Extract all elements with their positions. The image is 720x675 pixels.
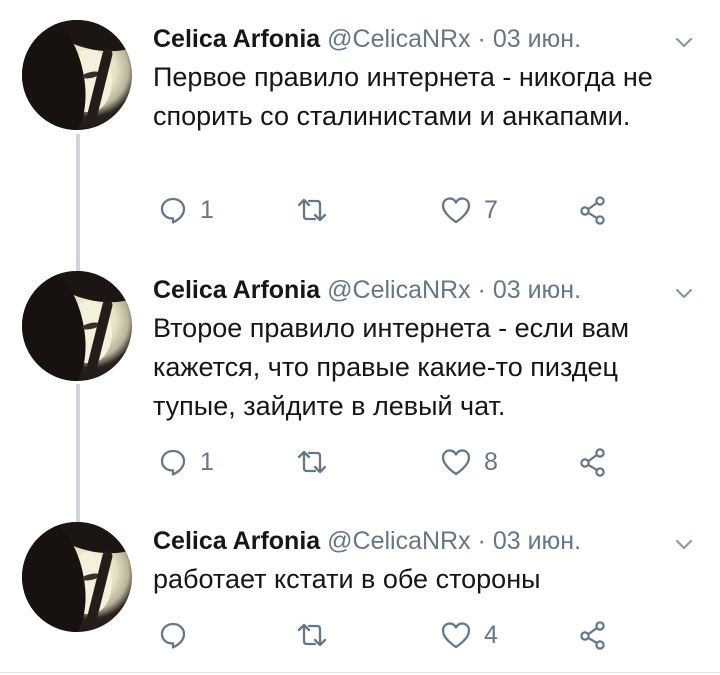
meta-separator: · xyxy=(470,25,493,53)
share-button[interactable] xyxy=(578,442,608,482)
reply-button[interactable]: 1 xyxy=(158,190,214,230)
avatar[interactable] xyxy=(22,271,132,381)
chevron-down-icon[interactable] xyxy=(673,530,695,552)
tweet-actions: 4 xyxy=(150,615,620,655)
author-name[interactable]: Celica Arfonia xyxy=(153,25,320,53)
heart-icon xyxy=(440,447,472,477)
tweet-header: Celica Arfonia @CelicaNRx · 03 июн. xyxy=(153,273,703,307)
retweet-button[interactable] xyxy=(295,190,341,230)
reply-icon xyxy=(158,620,188,650)
chevron-down-icon[interactable] xyxy=(673,279,695,301)
thread-line xyxy=(76,384,80,522)
author-name[interactable]: Celica Arfonia xyxy=(153,527,320,555)
tweet-actions: 1 7 xyxy=(150,190,620,230)
share-button[interactable] xyxy=(578,615,608,655)
meta-separator: · xyxy=(470,527,493,555)
heart-icon xyxy=(440,195,472,225)
avatar[interactable] xyxy=(22,522,132,632)
like-count: 4 xyxy=(484,620,498,649)
like-button[interactable]: 4 xyxy=(440,615,498,655)
tweet-text: Второе правило интернета - если вам каже… xyxy=(153,313,630,421)
reply-icon xyxy=(158,195,188,225)
retweet-icon xyxy=(295,195,329,225)
share-button[interactable] xyxy=(578,190,608,230)
reply-button[interactable] xyxy=(158,615,200,655)
tweet-header: Celica Arfonia @CelicaNRx · 03 июн. xyxy=(153,22,703,56)
reply-button[interactable]: 1 xyxy=(158,442,214,482)
retweet-button[interactable] xyxy=(295,442,341,482)
retweet-icon xyxy=(295,447,329,477)
like-button[interactable]: 7 xyxy=(440,190,498,230)
tweet-date[interactable]: 03 июн. xyxy=(493,527,581,555)
author-handle[interactable]: @CelicaNRx xyxy=(327,527,470,555)
tweet-header: Celica Arfonia @CelicaNRx · 03 июн. xyxy=(153,524,703,558)
like-count: 7 xyxy=(484,195,498,224)
share-icon xyxy=(578,620,608,650)
divider xyxy=(0,672,720,673)
tweet-date[interactable]: 03 июн. xyxy=(493,276,581,304)
share-icon xyxy=(578,195,608,225)
reply-count: 1 xyxy=(200,195,214,224)
heart-icon xyxy=(440,620,472,650)
meta-separator: · xyxy=(470,276,493,304)
share-icon xyxy=(578,447,608,477)
like-count: 8 xyxy=(484,447,498,476)
retweet-button[interactable] xyxy=(295,615,341,655)
avatar[interactable] xyxy=(22,20,132,130)
chevron-down-icon[interactable] xyxy=(673,28,695,50)
tweet-actions: 1 8 xyxy=(150,442,620,482)
tweet-text: Первое правило интернета - никогда не сп… xyxy=(153,62,653,131)
reply-icon xyxy=(158,447,188,477)
like-button[interactable]: 8 xyxy=(440,442,498,482)
retweet-icon xyxy=(295,620,329,650)
author-handle[interactable]: @CelicaNRx xyxy=(327,25,470,53)
tweet-date[interactable]: 03 июн. xyxy=(493,25,581,53)
author-name[interactable]: Celica Arfonia xyxy=(153,276,320,304)
thread-line xyxy=(76,134,80,272)
tweet-text: работает кстати в обе стороны xyxy=(153,564,541,594)
author-handle[interactable]: @CelicaNRx xyxy=(327,276,470,304)
reply-count: 1 xyxy=(200,447,214,476)
